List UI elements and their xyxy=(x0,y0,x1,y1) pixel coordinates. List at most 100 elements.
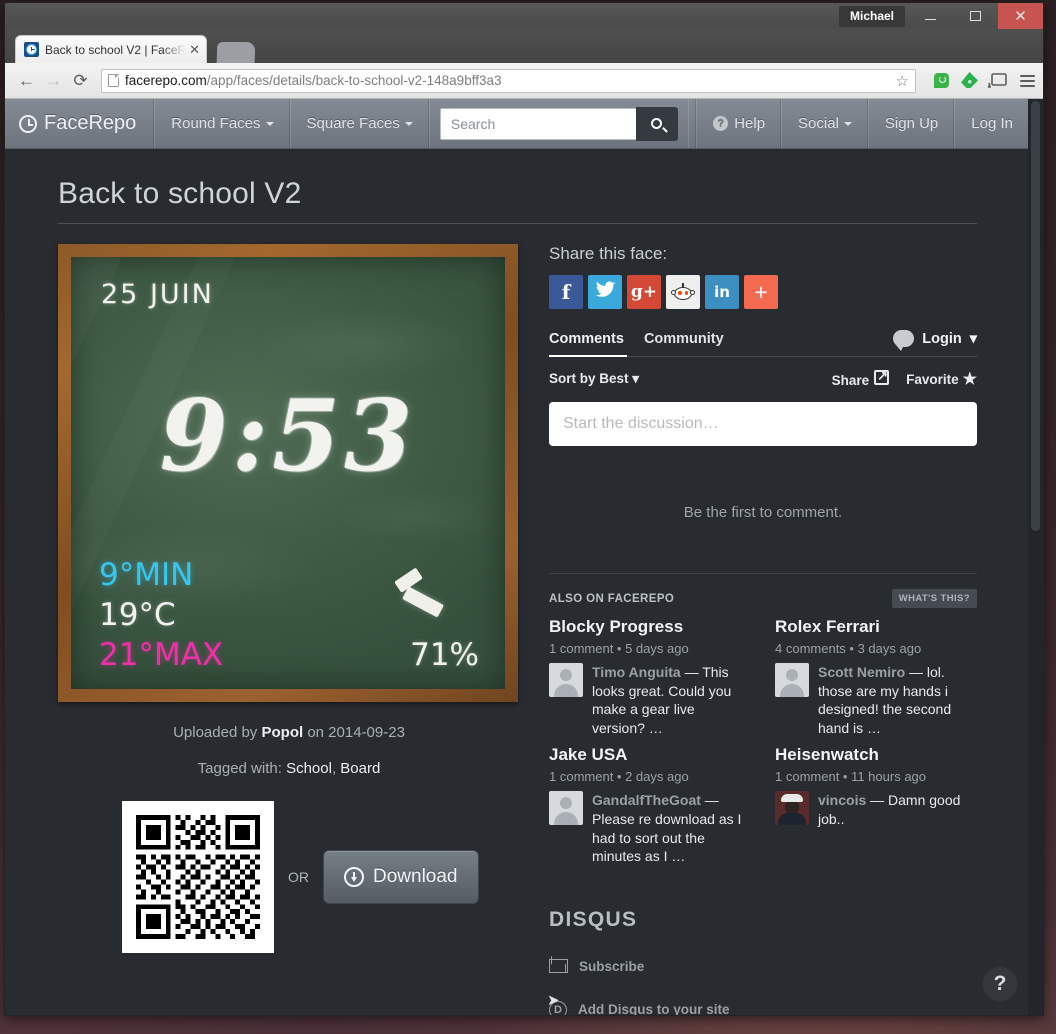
also-item[interactable]: Blocky Progress 1 comment • 5 days ago T… xyxy=(549,617,751,737)
browser-menu-icon[interactable] xyxy=(1016,74,1035,87)
share-addthis-button[interactable]: + xyxy=(744,275,778,309)
help-icon: ? xyxy=(713,116,729,131)
comment-input[interactable]: Start the discussion… xyxy=(549,402,977,446)
googleplus-icon: g+ xyxy=(630,282,658,302)
also-item[interactable]: Heisenwatch 1 comment • 11 hours ago vin… xyxy=(775,745,977,865)
nav-item-social[interactable]: Social xyxy=(782,99,869,148)
download-button[interactable]: Download xyxy=(323,850,479,904)
subscribe-link[interactable]: Subscribe xyxy=(549,959,977,974)
close-button[interactable]: ✕ xyxy=(998,3,1043,29)
nav-item-help[interactable]: ? Help xyxy=(697,99,783,148)
feedly-icon[interactable] xyxy=(960,71,979,90)
left-column: 25 JUIN 9:53 9°MIN 19°C 21°MAX 71% Uploa… xyxy=(58,244,520,1015)
plus-icon: + xyxy=(754,278,768,305)
comment-author: Timo Anguita xyxy=(592,664,681,680)
tab-comments[interactable]: Comments xyxy=(549,331,624,347)
add-disqus-label: Add Disqus to your site xyxy=(578,1002,730,1016)
share-facebook-button[interactable]: f xyxy=(549,275,583,309)
close-icon: ✕ xyxy=(1014,7,1027,25)
or-label: OR xyxy=(288,869,309,885)
search-button[interactable] xyxy=(635,106,678,141)
nav-label-round-faces: Round Faces xyxy=(171,115,261,132)
brand-logo[interactable]: FaceRepo xyxy=(5,99,156,148)
tag-separator: , xyxy=(331,760,337,777)
clock-icon xyxy=(19,114,37,133)
sort-dropdown[interactable]: Sort by Best ▾ xyxy=(549,371,639,387)
disqus-share-button[interactable]: Share xyxy=(832,368,890,388)
help-bubble-button[interactable]: ? xyxy=(983,967,1017,1001)
share-googleplus-button[interactable]: g+ xyxy=(627,275,661,309)
disqus-toolbar: Sort by Best ▾ Share Favorite★ xyxy=(549,368,977,389)
nav-label-social: Social xyxy=(798,115,839,132)
preview-temp-current: 19°C xyxy=(99,597,176,633)
disqus-login[interactable]: Login ▾ xyxy=(893,330,977,351)
also-item-title[interactable]: Heisenwatch xyxy=(775,745,977,765)
chalk-stick-icon xyxy=(402,586,444,618)
page-info-icon[interactable] xyxy=(108,74,119,87)
browser-tab[interactable]: Back to school V2 | FaceRe ✕ xyxy=(15,35,207,63)
nav-item-square-faces[interactable]: Square Faces xyxy=(291,99,430,148)
clock-favicon-icon xyxy=(24,42,39,57)
also-item-title[interactable]: Jake USA xyxy=(549,745,751,765)
nav-spacer xyxy=(689,99,698,148)
also-item[interactable]: Jake USA 1 comment • 2 days ago GandalfT… xyxy=(549,745,751,865)
also-item-title[interactable]: Rolex Ferrari xyxy=(775,617,977,637)
avatar xyxy=(549,791,583,826)
maximize-button[interactable] xyxy=(953,3,998,29)
also-item[interactable]: Rolex Ferrari 4 comments • 3 days ago Sc… xyxy=(775,617,977,737)
address-bar[interactable]: facerepo.com/app/faces/details/back-to-s… xyxy=(101,68,916,93)
also-item-meta: 1 comment • 2 days ago xyxy=(549,769,689,785)
share-linkedin-button[interactable]: in xyxy=(705,275,739,309)
disqus-tabs: Comments Community Login ▾ xyxy=(549,330,977,357)
nav-item-round-faces[interactable]: Round Faces xyxy=(155,99,291,148)
url-host: facerepo.com xyxy=(125,73,207,88)
scrollbar-thumb[interactable] xyxy=(1031,101,1040,531)
disqus-favorite-button[interactable]: Favorite ★ xyxy=(906,369,977,389)
envelope-icon xyxy=(549,959,568,974)
watchface-preview[interactable]: 25 JUIN 9:53 9°MIN 19°C 21°MAX 71% xyxy=(58,244,518,702)
page-scrollbar[interactable] xyxy=(1028,99,1043,1015)
forward-button[interactable]: → xyxy=(40,67,67,94)
tab-strip: Back to school V2 | FaceRe ✕ xyxy=(5,29,1043,63)
back-button[interactable]: ← xyxy=(13,67,40,94)
chevron-down-icon: ▾ xyxy=(632,371,640,386)
also-on-label: ALSO ON FACEREPO xyxy=(549,592,675,605)
chevron-down-icon xyxy=(843,121,852,126)
linkedin-icon: in xyxy=(714,283,730,301)
window-user-label[interactable]: Michael xyxy=(838,6,905,27)
new-tab-button[interactable] xyxy=(216,42,256,63)
search-input[interactable]: Search xyxy=(439,107,636,140)
extension-icons xyxy=(923,71,1035,90)
bookmark-star-icon[interactable]: ☆ xyxy=(896,72,909,90)
tab-community[interactable]: Community xyxy=(644,331,724,347)
nav-item-log-in[interactable]: Log In xyxy=(955,99,1030,148)
favorite-label: Favorite xyxy=(906,372,959,387)
tag-school[interactable]: School xyxy=(286,760,332,777)
also-item-title[interactable]: Blocky Progress xyxy=(549,617,751,637)
uploader-name[interactable]: Popol xyxy=(261,724,303,741)
tag-board[interactable]: Board xyxy=(340,760,380,777)
nav-label-help: Help xyxy=(734,115,766,132)
avatar xyxy=(775,791,809,826)
tab-close-icon[interactable]: ✕ xyxy=(189,42,200,58)
reload-button[interactable]: ⟳ xyxy=(67,67,94,94)
twitter-icon xyxy=(595,281,616,304)
comment-body: Please re download as I had to sort out … xyxy=(592,811,742,865)
chalkboard: 25 JUIN 9:53 9°MIN 19°C 21°MAX 71% xyxy=(71,257,505,689)
also-item-comment: Timo Anguita — This looks great. Could y… xyxy=(549,663,751,737)
chevron-down-icon: ▾ xyxy=(969,330,977,347)
nav-item-sign-up[interactable]: Sign Up xyxy=(869,99,956,148)
nav-label-log-in: Log In xyxy=(971,115,1013,132)
download-label: Download xyxy=(373,866,458,887)
window-controls: ✕ xyxy=(908,3,1043,29)
whats-this-button[interactable]: WHAT'S THIS? xyxy=(891,589,977,608)
avatar xyxy=(549,663,583,697)
add-disqus-link[interactable]: D Add Disqus to your site xyxy=(549,1000,977,1016)
share-twitter-button[interactable] xyxy=(588,275,622,309)
disqus-widget: Comments Community Login ▾ Sort by Best … xyxy=(549,330,977,1016)
hangouts-icon[interactable] xyxy=(932,71,951,90)
also-item-comment: GandalfTheGoat — Please re download as I… xyxy=(549,791,751,865)
share-reddit-button[interactable] xyxy=(666,275,700,309)
cast-icon[interactable] xyxy=(988,71,1007,90)
minimize-button[interactable] xyxy=(908,3,953,29)
